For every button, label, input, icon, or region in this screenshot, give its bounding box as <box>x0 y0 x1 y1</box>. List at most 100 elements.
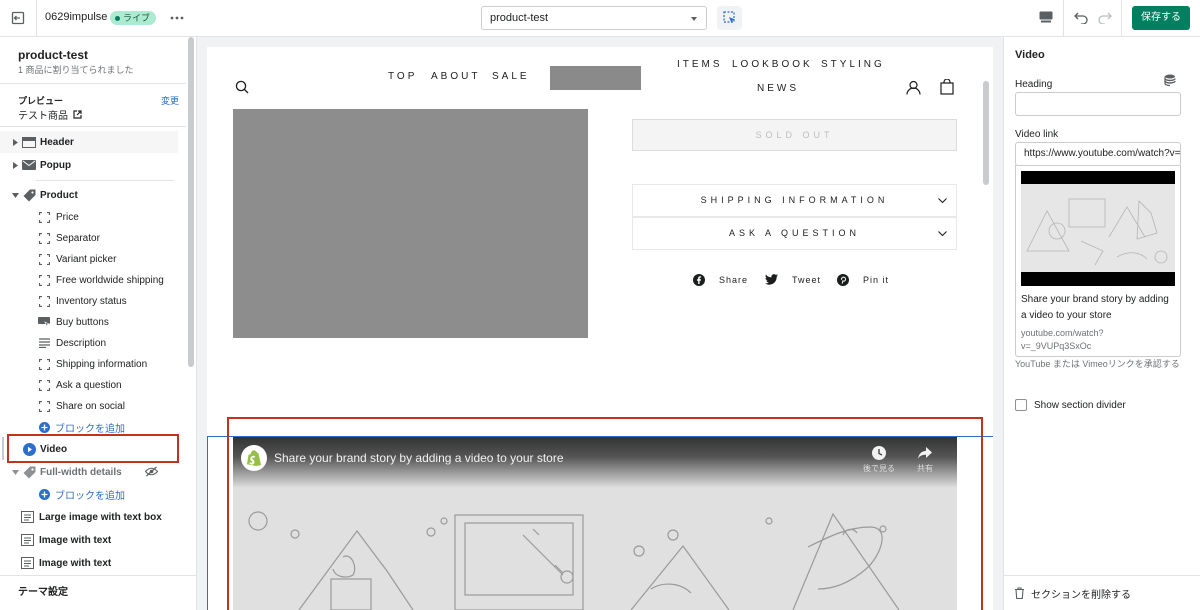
block-frame-icon <box>37 295 51 307</box>
section-popup[interactable]: Popup <box>0 154 186 176</box>
block-frame-icon <box>37 400 51 412</box>
video-link-label: Video link <box>1015 129 1059 140</box>
template-select[interactable]: product-test <box>481 6 707 30</box>
divider <box>0 83 186 84</box>
block-description[interactable]: Description <box>0 332 186 354</box>
section-selection-outline <box>207 436 208 610</box>
preview-canvas: TOP ABOUT SALE ITEMS LOOKBOOK STYLING NE… <box>197 37 1003 610</box>
section-label: Image with text <box>39 557 112 569</box>
section-large-image[interactable]: Large image with text box <box>0 506 186 528</box>
block-buy-buttons[interactable]: Buy buttons <box>0 311 186 333</box>
share-twitter[interactable]: Tweet <box>765 274 821 285</box>
video-link-input[interactable]: https://www.youtube.com/watch?v=_9VUPq3S… <box>1015 142 1181 166</box>
preview-change-link[interactable]: 変更 <box>161 94 179 107</box>
nav-link-styling[interactable]: STYLING <box>821 59 885 70</box>
inspector-button[interactable] <box>717 6 742 30</box>
caret-down-icon <box>10 192 20 198</box>
live-badge: ライブ <box>110 11 157 25</box>
video-card-title: Share your brand story by adding a video… <box>1021 294 1169 321</box>
store-logo[interactable] <box>550 66 641 90</box>
block-free-shipping[interactable]: Free worldwide shipping <box>0 269 186 291</box>
section-image-with-text-2[interactable]: Image with text <box>0 552 186 574</box>
nav-link-lookbook[interactable]: LOOKBOOK <box>732 59 813 70</box>
section-video[interactable]: Video <box>0 438 186 460</box>
section-label: Product <box>40 189 78 201</box>
share-facebook[interactable]: Share <box>693 274 748 286</box>
block-label: Share on social <box>56 400 125 412</box>
accordion-label: SHIPPING INFORMATION <box>700 195 889 205</box>
caret-right-icon <box>10 138 20 146</box>
settings-panel: Video Heading Video link https://www.you… <box>1003 37 1200 610</box>
block-separator[interactable]: Separator <box>0 227 186 249</box>
video-card-url: youtube.com/watch?v=_9VUPq3SxOc <box>1021 328 1104 351</box>
block-label: Price <box>56 211 79 223</box>
block-inventory-status[interactable]: Inventory status <box>0 290 186 312</box>
hidden-eye-icon[interactable] <box>145 466 158 477</box>
section-label: Full-width details <box>40 466 122 478</box>
section-image-with-text-1[interactable]: Image with text <box>0 529 186 551</box>
section-header[interactable]: Header <box>0 131 186 153</box>
header-section-icon <box>22 136 36 148</box>
save-button[interactable]: 保存する <box>1132 6 1190 30</box>
template-select-value: product-test <box>490 12 549 24</box>
video-thumbnail <box>1021 171 1175 286</box>
image-text-icon <box>20 557 34 569</box>
block-label: Variant picker <box>56 253 117 265</box>
tag-icon <box>22 189 36 201</box>
section-divider-checkbox[interactable]: Show section divider <box>1015 399 1126 411</box>
nav-link-sale[interactable]: SALE <box>492 71 530 82</box>
checkbox-icon[interactable] <box>1015 399 1027 411</box>
dynamic-source-icon[interactable] <box>1164 74 1177 87</box>
video-preview-card: Share your brand story by adding a video… <box>1015 165 1181 357</box>
section-product[interactable]: Product <box>0 184 186 206</box>
chevron-down-icon <box>691 17 697 21</box>
add-block-button[interactable]: ブロックを追加 <box>0 483 186 505</box>
preview-product-link[interactable]: テスト商品 <box>18 107 82 122</box>
product-image[interactable] <box>233 109 588 338</box>
section-label: Large image with text box <box>39 511 162 523</box>
sold-out-button[interactable]: SOLD OUT <box>632 119 957 151</box>
sidebar-scrollbar[interactable] <box>188 37 194 367</box>
preview-scrollbar[interactable] <box>983 81 989 185</box>
section-full-width-details[interactable]: Full-width details <box>0 461 186 483</box>
preview-label: プレビュー <box>18 96 64 106</box>
thumbnail-illustration <box>1026 198 1168 266</box>
heading-input[interactable] <box>1015 92 1181 116</box>
text-lines-icon <box>37 337 51 349</box>
page-title: product-test <box>18 48 88 62</box>
external-link-icon <box>73 110 82 119</box>
block-ask-question[interactable]: Ask a question <box>0 374 186 396</box>
block-shipping-information[interactable]: Shipping information <box>0 353 186 375</box>
theme-settings-link[interactable]: テーマ設定 <box>0 575 196 610</box>
cart-bag-icon[interactable] <box>940 79 954 95</box>
more-actions-button[interactable] <box>170 12 184 24</box>
block-share-social[interactable]: Share on social <box>0 395 186 417</box>
share-pinterest[interactable]: Pin it <box>837 274 889 286</box>
accordion-shipping[interactable]: SHIPPING INFORMATION <box>632 184 957 217</box>
exit-button[interactable] <box>0 0 37 36</box>
nav-link-items[interactable]: ITEMS <box>677 59 723 70</box>
highlight-annotation <box>227 417 983 610</box>
redo-button[interactable] <box>1097 10 1113 24</box>
search-icon[interactable] <box>235 80 249 94</box>
nav-link-top[interactable]: TOP <box>388 71 417 82</box>
inspect-cursor-icon <box>722 11 737 25</box>
block-frame-icon <box>37 358 51 370</box>
store-name: 0629impulse <box>45 11 108 23</box>
delete-section-button[interactable]: セクションを削除する <box>1004 575 1200 610</box>
accordion-ask-question[interactable]: ASK A QUESTION <box>632 217 957 250</box>
live-badge-label: ライブ <box>123 13 151 23</box>
checkbox-label: Show section divider <box>1034 399 1126 411</box>
account-icon[interactable] <box>906 80 921 95</box>
live-dot-icon <box>115 15 120 21</box>
block-price[interactable]: Price <box>0 206 186 228</box>
block-label: Inventory status <box>56 295 127 307</box>
caret-down-icon <box>10 469 20 475</box>
nav-link-about[interactable]: ABOUT <box>431 71 480 82</box>
desktop-view-button[interactable] <box>1038 10 1054 24</box>
nav-link-news[interactable]: NEWS <box>757 83 799 94</box>
section-label: Popup <box>40 159 72 171</box>
undo-button[interactable] <box>1073 10 1089 24</box>
facebook-icon <box>693 274 705 286</box>
block-variant-picker[interactable]: Variant picker <box>0 248 186 270</box>
